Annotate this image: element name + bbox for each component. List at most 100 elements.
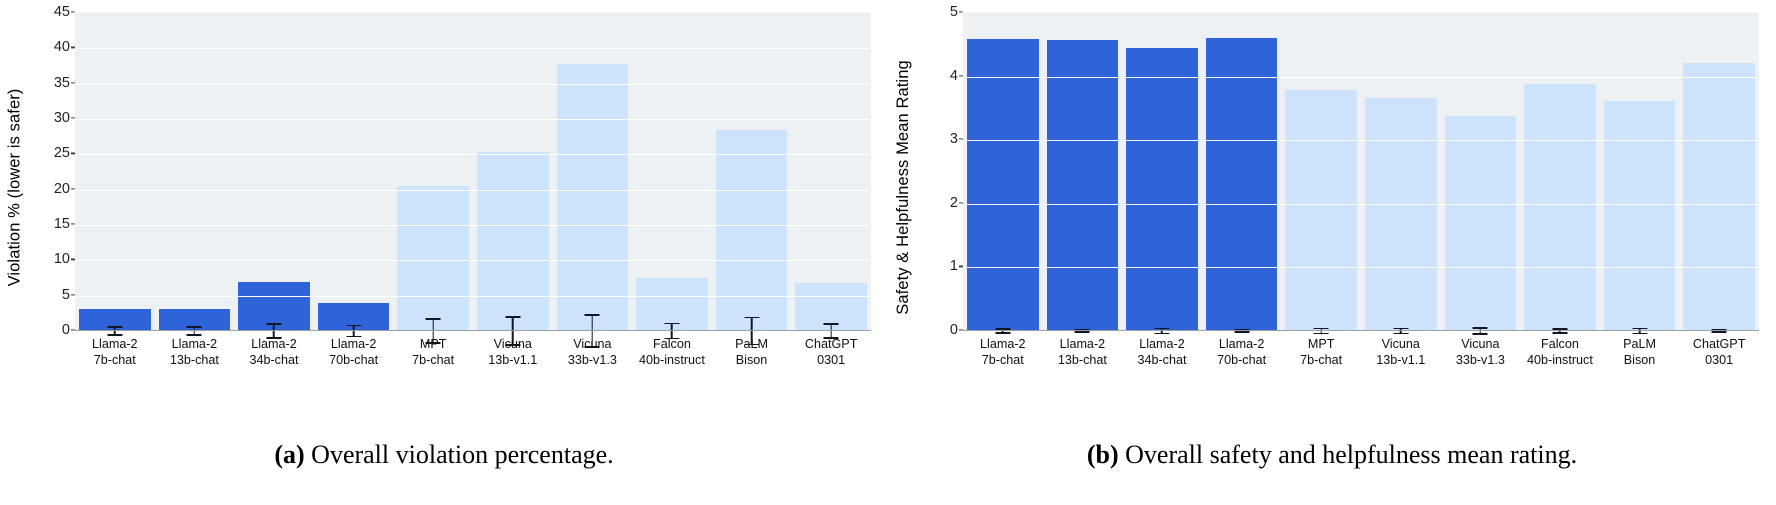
chart-panel-b: Safety & Helpfulness Mean Rating 012345 … (888, 0, 1776, 505)
y-tick-label: 40 (53, 39, 70, 56)
bar (556, 63, 629, 348)
x-tick-label-line: 34b-chat (1137, 353, 1187, 367)
x-tick-label-line: Llama-2 (251, 337, 297, 351)
bar (636, 278, 708, 340)
bar (78, 309, 151, 336)
x-tick-label-line: ChatGPT (804, 337, 858, 351)
bar (1524, 84, 1596, 334)
x-axis-line-b (963, 330, 1759, 332)
bar (158, 309, 231, 336)
bar (476, 152, 549, 346)
x-tick-label-line: 13b-v1.1 (488, 353, 538, 367)
bar-cell (963, 13, 1043, 334)
x-tick-label-line: 0301 (817, 353, 846, 367)
error-bar-cap-top (107, 326, 123, 328)
bar (1126, 47, 1198, 335)
x-tick-label-line: MPT (419, 337, 447, 351)
x-tick-label-line: Falcon (653, 337, 691, 351)
y-tick-label: 2 (949, 194, 958, 211)
x-tick-label: MPT 7b-chat (393, 333, 473, 379)
x-tick-label: Llama-2 7b-chat (963, 333, 1043, 379)
y-axis-b: 0 1 2 3 4 5 (888, 0, 963, 340)
x-tick-label-line: Llama-2 (92, 337, 138, 351)
x-tick-label: Falcon 40b-instruct (632, 333, 712, 379)
x-tick-label: Vicuna 13b-v1.1 (473, 333, 553, 379)
bar (1603, 101, 1676, 335)
bar-series-a (75, 13, 871, 348)
gridline (963, 76, 1759, 78)
x-tick-label-line: Vicuna (493, 337, 532, 351)
error-bar-cap-top (744, 316, 760, 319)
error-bar-cap-top (505, 316, 521, 318)
gridline (963, 140, 1759, 142)
bar (1205, 38, 1278, 333)
caption-b: (b) Overall safety and helpfulness mean … (888, 440, 1776, 470)
bar-cell (1679, 13, 1759, 333)
x-tick-label: Llama-2 13b-chat (1043, 333, 1123, 379)
bar (1444, 116, 1517, 335)
caption-a-tag: (a) (274, 440, 305, 469)
x-tick-label: Llama-2 13b-chat (155, 333, 235, 379)
bar-cell (314, 13, 394, 338)
x-tick-label: Llama-2 70b-chat (1202, 333, 1282, 379)
y-tick-label: 30 (53, 110, 70, 126)
x-tick-label-line: MPT (1307, 337, 1335, 351)
x-tick-label-line: Llama-2 (1059, 337, 1106, 351)
bar (966, 39, 1039, 334)
caption-a-text: Overall violation percentage. (304, 440, 614, 469)
x-tick-label: Llama-2 7b-chat (75, 333, 155, 379)
bar (1285, 89, 1357, 335)
bar-cell (1202, 13, 1282, 333)
y-tick-label: 4 (949, 67, 958, 84)
x-tick-label-line: 13b-v1.1 (1376, 353, 1426, 367)
x-tick-label: Falcon 40b-instruct (1520, 333, 1600, 379)
y-tick-label: 5 (949, 4, 958, 20)
x-tick-label: Llama-2 70b-chat (314, 333, 394, 379)
x-tick-label-line: 33b-v1.3 (567, 353, 617, 367)
x-tick-label: Vicuna 33b-v1.3 (553, 333, 633, 379)
plot-area-a (75, 12, 871, 348)
gridline (75, 189, 871, 191)
caption-b-text: Overall safety and helpfulness mean rati… (1118, 440, 1578, 469)
bar-cell (1441, 13, 1521, 335)
bar-cell (1122, 13, 1202, 335)
x-tick-label: Vicuna 13b-v1.1 (1361, 333, 1441, 379)
x-tick-label-line: Llama-2 (1218, 337, 1265, 351)
gridline (963, 267, 1759, 269)
x-tick-label-line: Falcon (1541, 337, 1579, 351)
bar-cell (791, 13, 871, 339)
bar-cell (1281, 13, 1361, 335)
x-tick-label-line: Llama-2 (980, 337, 1026, 351)
y-tick-label: 10 (53, 251, 70, 268)
bar (1046, 39, 1119, 333)
x-tick-label-line: Vicuna (1461, 337, 1500, 351)
error-bar-cap-top (425, 318, 441, 320)
error-bar-cap-top (1472, 327, 1488, 329)
x-tick-label-line: ChatGPT (1692, 337, 1746, 351)
error-bar-cap-top (266, 323, 282, 325)
x-tick-label-line: Vicuna (1381, 337, 1420, 351)
bar (1364, 97, 1437, 335)
bar-cell (1043, 13, 1123, 333)
x-tick-label-line: 7b-chat (93, 353, 136, 367)
y-tick-label: 1 (949, 258, 958, 275)
x-tick-label: PaLM Bison (1600, 333, 1680, 379)
x-tick-label-line: 0301 (1705, 353, 1734, 367)
bar-cell (1520, 13, 1600, 334)
x-tick-label-line: PaLM (1623, 337, 1656, 351)
bar (795, 282, 867, 339)
x-tick-label: Vicuna 33b-v1.3 (1441, 333, 1521, 379)
bar-cell (234, 13, 314, 339)
x-tick-label-line: Llama-2 (171, 337, 218, 351)
x-tick-label-line: Bison (1623, 353, 1656, 367)
x-tick-label-line: Llama-2 (1139, 337, 1185, 351)
bar (715, 129, 788, 346)
x-tick-label: ChatGPT 0301 (791, 333, 871, 379)
error-bar-cap-top (186, 326, 202, 328)
gridline (75, 119, 871, 120)
bar (1683, 62, 1755, 333)
figure-two-panel: Violation % (lower is safer) 0 5 10 15 20 25 3… (0, 0, 1776, 505)
x-axis-tick-labels-a: Llama-2 7b-chat Llama-2 13b-chat Llama-2 34b-… (75, 333, 871, 379)
gridline (75, 154, 871, 156)
y-tick-label: 15 (53, 216, 70, 232)
